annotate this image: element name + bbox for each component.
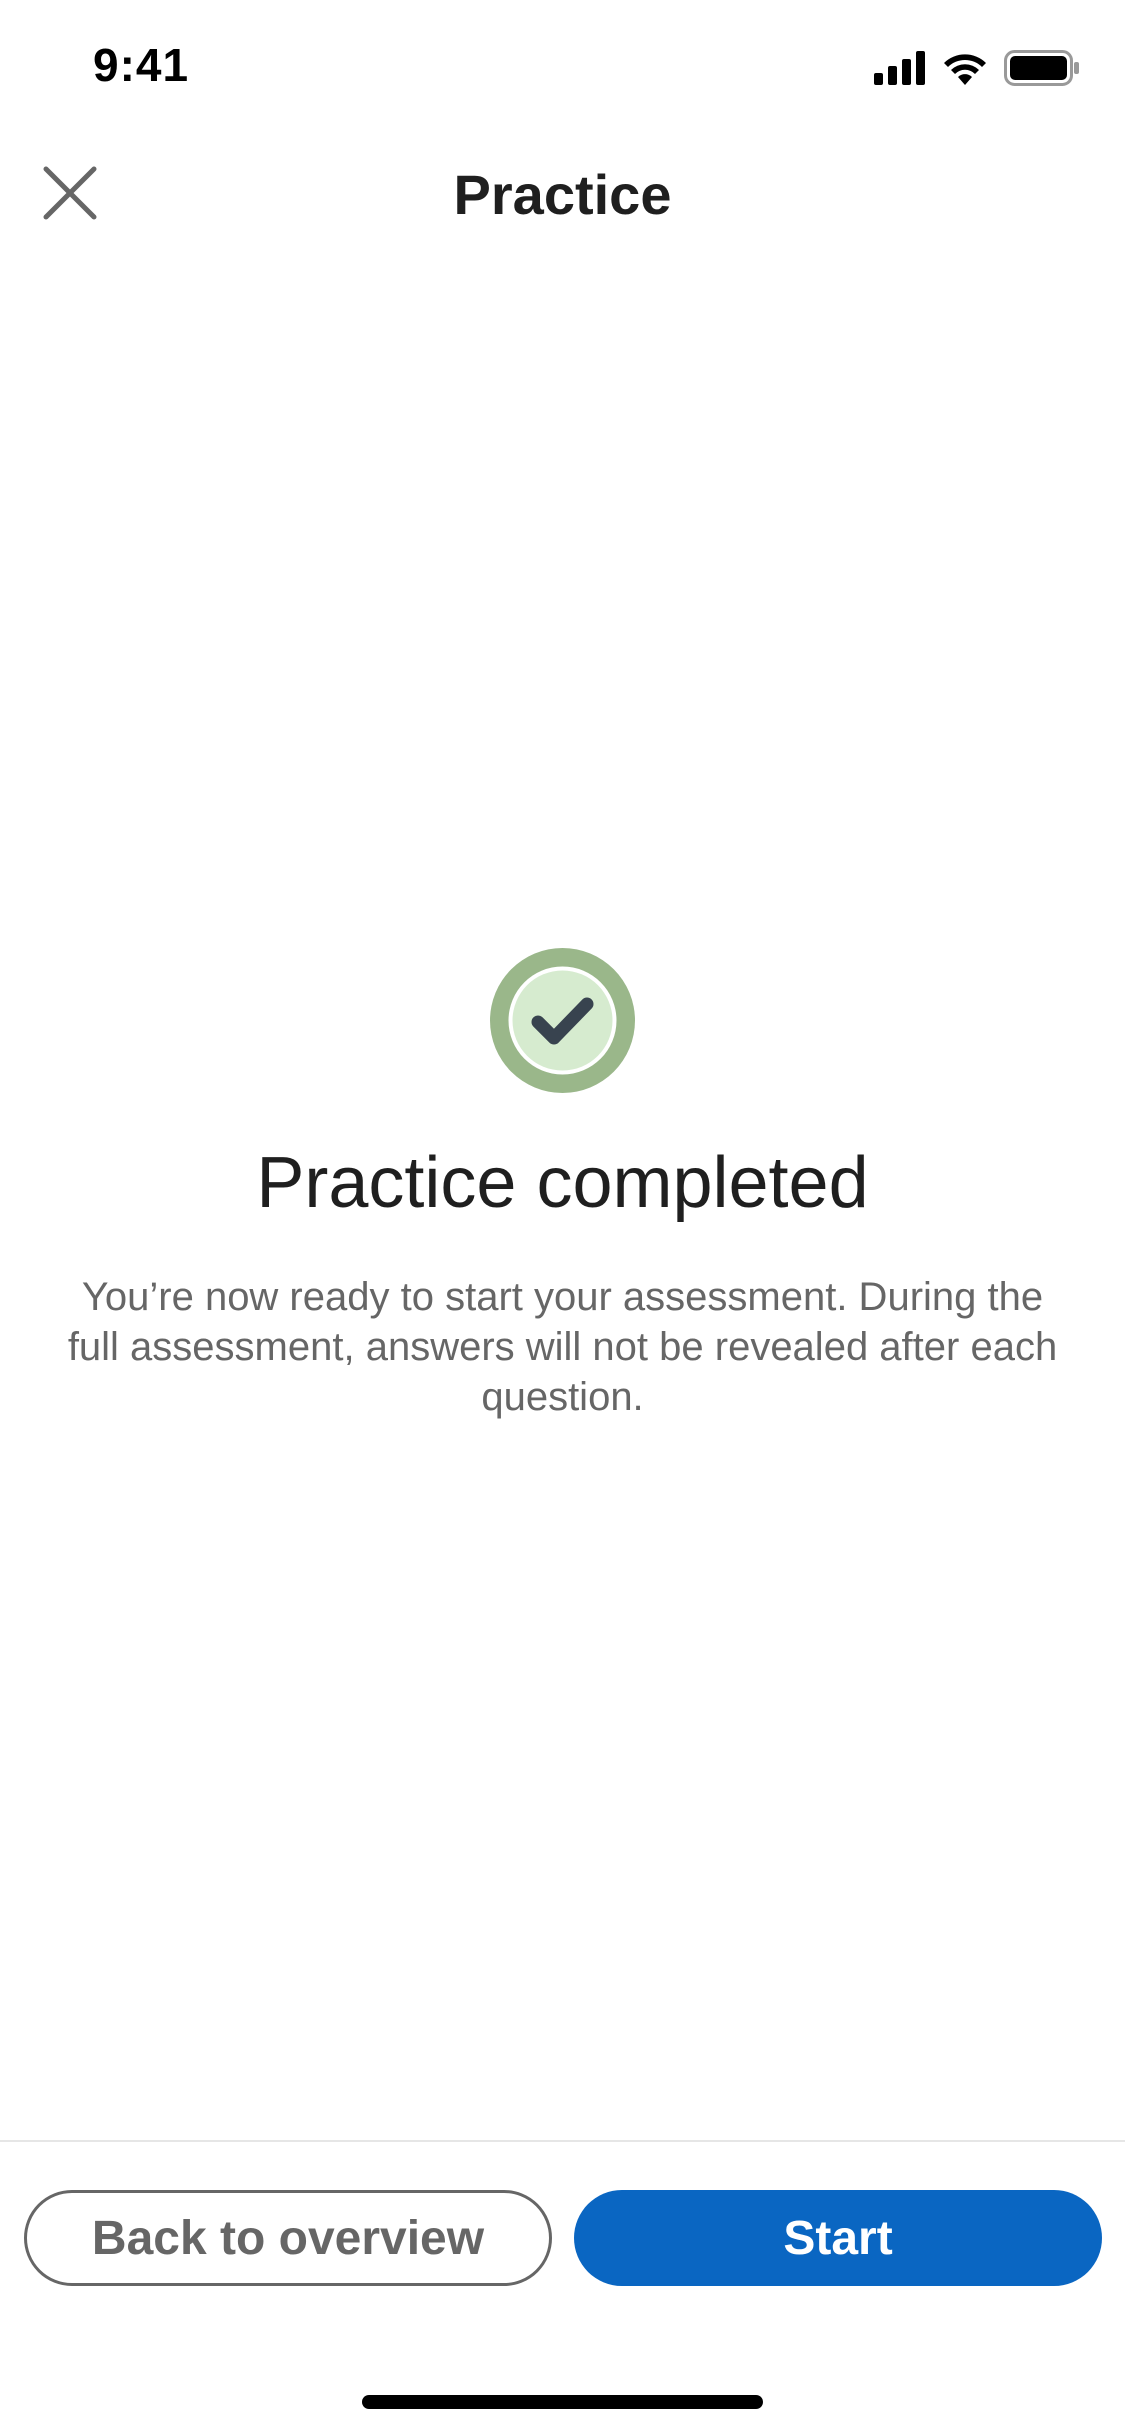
back-to-overview-button[interactable]: Back to overview xyxy=(24,2190,552,2286)
checkmark-icon xyxy=(490,948,635,1093)
home-indicator xyxy=(362,2395,763,2409)
page-title: Practice xyxy=(453,163,672,226)
header: Practice xyxy=(0,140,1125,250)
battery-icon xyxy=(1004,50,1080,91)
status-time: 9:41 xyxy=(93,39,190,91)
start-button[interactable]: Start xyxy=(574,2190,1102,2286)
wifi-icon xyxy=(942,51,988,90)
status-icons xyxy=(874,50,1080,91)
footer-divider xyxy=(0,2140,1125,2142)
status-bar: 9:41 xyxy=(0,0,1125,140)
completion-message: You’re now ready to start your assessmen… xyxy=(67,1275,1058,1419)
success-badge xyxy=(490,948,635,1093)
cellular-signal-icon xyxy=(874,51,926,90)
completion-title: Practice completed xyxy=(256,1143,869,1223)
